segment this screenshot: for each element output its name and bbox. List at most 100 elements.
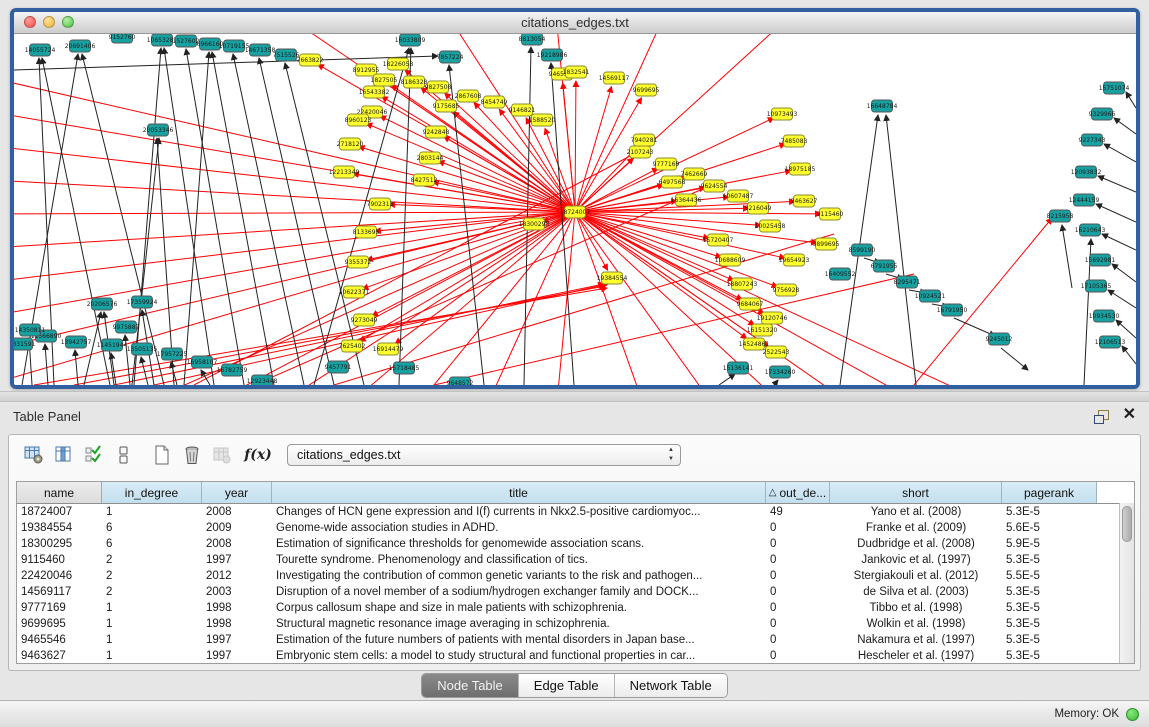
black-edge[interactable] [134,48,161,385]
graph-node[interactable]: 18975185 [785,163,816,175]
graph-node[interactable]: 8295471 [894,276,921,288]
column-header-out_de[interactable]: △out_de... [766,482,830,503]
graph-node[interactable]: 6497568 [659,176,686,188]
red-edge[interactable] [474,103,575,212]
graph-node[interactable]: 9899695 [813,238,840,250]
graph-node[interactable]: 14671358 [245,44,276,56]
graph-node[interactable]: 16151320 [747,324,778,336]
graph-node[interactable]: 14569117 [599,72,630,84]
black-edge[interactable] [1114,118,1136,134]
black-edge[interactable] [184,52,209,385]
graph-node[interactable]: 7663822 [297,54,324,66]
graph-node[interactable]: 8960123 [345,114,372,126]
graph-node[interactable]: 8454749 [481,96,508,108]
table-row[interactable]: 2242004622012Investigating the contribut… [17,568,1134,584]
graph-node[interactable]: 16782759 [217,364,248,376]
graph-node[interactable]: 12093832 [1071,166,1102,178]
table-row[interactable]: 1830029562008Estimation of significance … [17,536,1134,552]
black-edge[interactable] [1116,320,1136,338]
column-header-name[interactable]: name [17,482,102,503]
black-edge[interactable] [1096,204,1136,222]
red-edge[interactable] [575,212,654,385]
delete-table-icon[interactable] [207,441,237,469]
red-edge[interactable] [34,288,607,385]
graph-node[interactable]: 16543382 [359,86,390,98]
graph-node[interactable]: 8216049 [745,202,772,214]
black-edge[interactable] [886,115,916,385]
graph-node[interactable]: 19218986 [537,49,568,61]
graph-node[interactable]: 17105365 [1081,280,1112,292]
graph-node[interactable]: 19384554 [597,272,628,284]
graph-node[interactable]: 9624554 [701,180,728,192]
graph-node[interactable]: 15718485 [389,362,420,374]
graph-node[interactable]: 8133695 [353,226,380,238]
graph-node[interactable]: 15136141 [723,362,754,374]
graph-node[interactable]: 7940281 [631,134,658,146]
graph-node[interactable]: 1527602 [173,35,200,47]
black-edge[interactable] [399,48,411,385]
graph-node[interactable]: 8186328 [401,76,428,88]
new-column-icon[interactable] [147,441,177,469]
graph-node[interactable]: 8215958 [1047,210,1074,222]
graph-node[interactable]: 7625402 [339,340,366,352]
table-row[interactable]: 911546021997Tourette syndrome. Phenomeno… [17,552,1134,568]
graph-node[interactable]: 10688609 [715,254,746,266]
graph-node[interactable]: 9245012 [986,333,1013,345]
column-header-title[interactable]: title [272,482,766,503]
graph-node[interactable]: 9175685 [433,100,460,112]
black-edge[interactable] [1126,92,1136,108]
graph-node[interactable]: 16033809 [395,34,426,46]
panel-splitter[interactable] [0,391,1149,402]
graph-node[interactable]: 9777169 [653,158,680,170]
black-edge[interactable] [82,54,164,385]
red-edge[interactable] [575,212,821,214]
graph-node[interactable]: 15751074 [1099,82,1130,94]
graph-node[interactable]: 9457791 [325,361,352,373]
black-edge[interactable] [1001,348,1028,370]
tab-edge-table[interactable]: Edge Table [519,674,615,697]
graph-node[interactable]: 9684067 [737,298,764,310]
graph-node[interactable]: 9463627 [791,195,818,207]
graph-node[interactable]: 13505135 [127,343,158,355]
graph-node[interactable]: 9827508 [425,81,452,93]
graph-node[interactable]: 9975887 [113,321,140,333]
black-edge[interactable] [1102,234,1136,250]
table-select-dropdown[interactable]: citations_edges.txt ▲▼ [287,444,681,466]
minimize-window-button[interactable] [43,16,55,28]
graph-node[interactable]: 14055724 [25,44,56,56]
table-row[interactable]: 969969511998Structural magnetic resonanc… [17,616,1134,632]
graph-node[interactable]: 10973493 [767,108,798,120]
red-edge[interactable] [366,124,575,212]
graph-node[interactable]: 17334260 [765,366,796,378]
graph-node[interactable]: 2803144 [417,152,444,164]
window-titlebar[interactable]: citations_edges.txt [14,12,1136,34]
graph-node[interactable]: 7515526 [273,49,300,61]
red-edge[interactable] [575,212,1054,385]
graph-node[interactable]: 17957225 [157,348,188,360]
black-edge[interactable] [719,374,735,385]
column-header-pagerank[interactable]: pagerank [1002,482,1097,503]
red-edge[interactable] [575,212,761,225]
column-header-year[interactable]: year [202,482,272,503]
graph-node[interactable]: 18226058 [383,58,414,70]
graph-node[interactable]: 9273049 [351,314,378,326]
black-edge[interactable] [1122,346,1136,364]
black-edge[interactable] [1062,225,1072,288]
zoom-window-button[interactable] [62,16,74,28]
column-header-in_degree[interactable]: in_degree [102,482,202,503]
graph-node[interactable]: 13942757 [61,336,92,348]
float-panel-icon[interactable] [1094,410,1109,424]
graph-node[interactable]: 1827505 [371,74,398,86]
graph-node[interactable]: 8427512 [411,174,438,186]
graph-node[interactable]: 16648784 [867,100,898,112]
graph-node[interactable]: 9242848 [423,126,450,138]
table-vertical-scrollbar[interactable] [1119,503,1134,663]
graph-node[interactable]: 1588520 [529,114,556,126]
graph-node[interactable]: 16210643 [1075,224,1106,236]
graph-node[interactable]: 9227343 [1079,134,1106,146]
red-edge[interactable] [14,212,575,249]
table-row[interactable]: 977716911998Corpus callosum shape and si… [17,600,1134,616]
delete-column-icon[interactable] [177,441,207,469]
black-edge[interactable] [1104,144,1136,162]
graph-node[interactable]: 16364436 [671,194,702,206]
